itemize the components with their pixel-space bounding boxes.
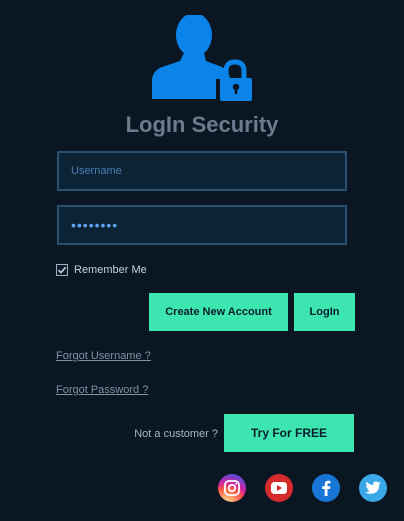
remember-me[interactable]: Remember Me	[56, 262, 147, 278]
login-page: LogIn Security Remember Me Create New Ac…	[0, 0, 404, 521]
youtube-icon[interactable]	[265, 474, 293, 502]
remember-label: Remember Me	[74, 264, 147, 276]
page-title: LogIn Security	[125, 112, 279, 137]
remember-checkbox[interactable]	[56, 264, 68, 276]
password-field[interactable]	[57, 205, 347, 245]
create-account-button[interactable]: Create New Account	[149, 293, 288, 331]
not-customer-text: Not a customer ?	[134, 428, 218, 440]
instagram-icon[interactable]	[218, 474, 246, 502]
twitter-icon[interactable]	[359, 474, 387, 502]
user-lock-icon	[152, 15, 252, 101]
checkmark-icon	[57, 266, 67, 274]
forgot-username-link[interactable]: Forgot Username ?	[56, 350, 151, 362]
try-free-button[interactable]: Try For FREE	[224, 414, 354, 452]
forgot-password-link[interactable]: Forgot Password ?	[56, 384, 148, 396]
login-button[interactable]: LogIn	[294, 293, 355, 331]
username-field[interactable]	[57, 151, 347, 191]
facebook-icon[interactable]	[312, 474, 340, 502]
